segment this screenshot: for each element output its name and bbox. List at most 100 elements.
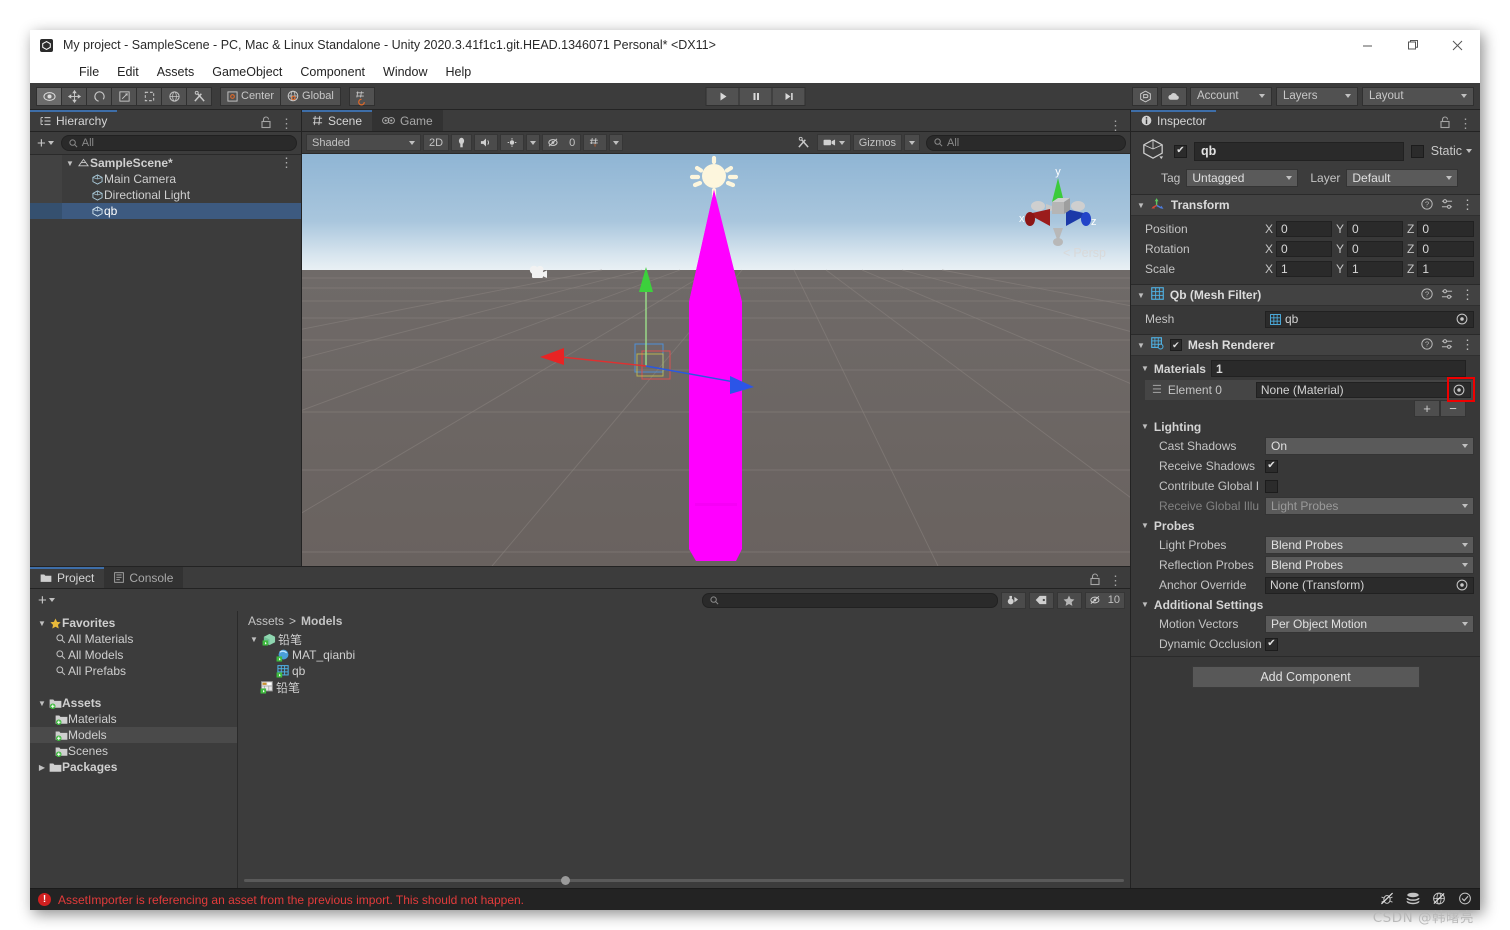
probes-foldout[interactable]: ▼ Probes bbox=[1137, 516, 1474, 535]
asset-row-qianbi-model[interactable]: ▼ 铅笔 bbox=[244, 631, 1130, 647]
gameobject-enabled-checkbox[interactable]: ✔ bbox=[1174, 144, 1187, 158]
project-tree-row-models[interactable]: Models bbox=[30, 727, 237, 743]
rotation-y-input[interactable]: 0 bbox=[1347, 241, 1403, 257]
draw-mode-dropdown[interactable]: Shaded bbox=[306, 134, 421, 151]
layout-dropdown[interactable]: Layout bbox=[1362, 86, 1474, 106]
expand-triangle-icon[interactable]: ▼ bbox=[1141, 521, 1149, 530]
project-search-input[interactable] bbox=[701, 592, 998, 608]
scene-visibility-toggle[interactable]: 0 bbox=[542, 134, 582, 151]
custom-tool-button[interactable] bbox=[186, 86, 212, 106]
hierarchy-row-main-camera[interactable]: Main Camera bbox=[30, 171, 301, 187]
expand-triangle-icon[interactable]: ▼ bbox=[1137, 341, 1145, 350]
transform-tool-button[interactable] bbox=[161, 86, 187, 106]
effects-toggle-button[interactable] bbox=[500, 134, 525, 151]
preset-icon[interactable] bbox=[1441, 288, 1453, 303]
asset-row-qb-mesh[interactable]: qb bbox=[244, 663, 1130, 679]
project-tree-row-materials[interactable]: Materials bbox=[30, 711, 237, 727]
help-icon[interactable]: ? bbox=[1421, 287, 1433, 303]
tab-inspector[interactable]: Inspector bbox=[1131, 110, 1217, 131]
object-picker-icon[interactable] bbox=[1454, 578, 1469, 593]
mesh-filter-menu-icon[interactable]: ⋮ bbox=[1461, 288, 1474, 301]
mesh-renderer-menu-icon[interactable]: ⋮ bbox=[1461, 338, 1474, 351]
2d-toggle-button[interactable]: 2D bbox=[423, 134, 450, 151]
project-tree[interactable]: ▼ Favorites All Materials All Models All… bbox=[30, 611, 238, 888]
menu-gameobject[interactable]: GameObject bbox=[203, 63, 291, 81]
scene-viewport[interactable]: y x z < Persp bbox=[302, 154, 1130, 566]
tag-dropdown[interactable]: Untagged bbox=[1186, 169, 1299, 187]
gizmos-button[interactable]: Gizmos bbox=[852, 134, 902, 151]
rotate-tool-button[interactable] bbox=[86, 86, 112, 106]
hierarchy-tree[interactable]: ▼ SampleScene* ⋮ Main Camera Directional… bbox=[30, 155, 301, 566]
expand-triangle-icon[interactable]: ▼ bbox=[1141, 600, 1149, 609]
hand-tool-button[interactable] bbox=[36, 86, 62, 106]
light-probes-dropdown[interactable]: Blend Probes bbox=[1265, 536, 1474, 554]
rotation-x-input[interactable]: 0 bbox=[1276, 241, 1332, 257]
cloud-icon[interactable] bbox=[1161, 86, 1187, 106]
lighting-foldout[interactable]: ▼ Lighting bbox=[1137, 417, 1474, 436]
scene-menu-icon[interactable]: ⋮ bbox=[1109, 119, 1122, 132]
project-horizontal-scrollbar[interactable] bbox=[238, 872, 1130, 888]
rotation-x[interactable]: X0 bbox=[1265, 241, 1332, 257]
expand-triangle-icon[interactable]: ▼ bbox=[1137, 291, 1145, 300]
scale-x[interactable]: X1 bbox=[1265, 261, 1332, 277]
hierarchy-create-button[interactable]: + bbox=[34, 135, 57, 152]
scroll-thumb[interactable] bbox=[560, 875, 570, 885]
hierarchy-menu-icon[interactable]: ⋮ bbox=[280, 117, 293, 130]
materials-size-input[interactable]: 1 bbox=[1210, 360, 1466, 377]
drag-handle-icon[interactable]: ☰ bbox=[1148, 385, 1162, 396]
lighting-toggle-button[interactable] bbox=[451, 134, 473, 151]
grid-snap-button[interactable] bbox=[348, 86, 375, 106]
menu-file[interactable]: File bbox=[70, 63, 108, 81]
breadcrumb-assets[interactable]: Assets bbox=[248, 614, 284, 628]
transform-header[interactable]: ▼ Transform ? ⋮ bbox=[1131, 195, 1480, 216]
remove-material-button[interactable]: − bbox=[1440, 400, 1466, 417]
expand-triangle-icon[interactable]: ▼ bbox=[36, 619, 48, 628]
motion-vectors-dropdown[interactable]: Per Object Motion bbox=[1265, 615, 1474, 633]
scroll-track[interactable] bbox=[244, 875, 1124, 885]
position-z[interactable]: Z0 bbox=[1407, 221, 1474, 237]
dynamic-occlusion-checkbox[interactable]: ✔ bbox=[1265, 637, 1278, 651]
scale-z-input[interactable]: 1 bbox=[1417, 261, 1474, 277]
menu-assets[interactable]: Assets bbox=[148, 63, 204, 81]
filter-by-label-button[interactable] bbox=[1028, 591, 1054, 609]
position-x[interactable]: X0 bbox=[1265, 221, 1332, 237]
collapse-triangle-icon[interactable]: ▶ bbox=[36, 763, 48, 772]
position-y[interactable]: Y0 bbox=[1336, 221, 1403, 237]
additional-settings-foldout[interactable]: ▼ Additional Settings bbox=[1137, 595, 1474, 614]
anchor-override-field[interactable]: None (Transform) bbox=[1265, 576, 1474, 594]
project-tree-row-all-models[interactable]: All Models bbox=[30, 647, 237, 663]
scene-grid-dropdown[interactable] bbox=[609, 134, 624, 151]
scene-grid-toggle[interactable]: Y bbox=[583, 134, 608, 151]
add-component-button[interactable]: Add Component bbox=[1191, 666, 1420, 688]
object-picker-icon[interactable] bbox=[1451, 383, 1466, 398]
pivot-mode-button[interactable]: Center bbox=[220, 86, 282, 106]
add-material-button[interactable]: + bbox=[1414, 400, 1440, 417]
mesh-filter-header[interactable]: ▼ Qb (Mesh Filter) ? ⋮ bbox=[1131, 285, 1480, 306]
minimize-button[interactable] bbox=[1345, 30, 1390, 60]
gameobject-icon[interactable] bbox=[1139, 138, 1167, 164]
maximize-button[interactable] bbox=[1390, 30, 1435, 60]
scene-tools-button[interactable] bbox=[792, 134, 815, 151]
asset-row-mat-qianbi[interactable]: MAT_qianbi bbox=[244, 647, 1130, 663]
lock-icon[interactable] bbox=[1440, 116, 1450, 131]
expand-triangle-icon[interactable]: ▼ bbox=[1137, 201, 1145, 210]
project-tree-row-all-materials[interactable]: All Materials bbox=[30, 631, 237, 647]
rotation-z-input[interactable]: 0 bbox=[1417, 241, 1474, 257]
hierarchy-row-directional-light[interactable]: Directional Light bbox=[30, 187, 301, 203]
tab-scene[interactable]: Scene bbox=[302, 110, 373, 131]
status-bar[interactable]: ! AssetImporter is referencing an asset … bbox=[30, 888, 1480, 910]
asset-row-qianbi-texture[interactable]: 铅笔 bbox=[244, 679, 1130, 695]
hidden-packages-button[interactable]: 10 bbox=[1084, 591, 1125, 609]
hierarchy-search-input[interactable]: All bbox=[60, 135, 297, 151]
expand-triangle-icon[interactable]: ▼ bbox=[248, 635, 260, 644]
help-icon[interactable]: ? bbox=[1421, 337, 1433, 353]
receive-shadows-checkbox[interactable]: ✔ bbox=[1265, 459, 1278, 473]
layer-dropdown[interactable]: Default bbox=[1346, 169, 1459, 187]
scene-projection-label[interactable]: < Persp bbox=[1063, 246, 1106, 260]
project-tree-row-scenes[interactable]: Scenes bbox=[30, 743, 237, 759]
project-tree-row-packages[interactable]: ▶ Packages bbox=[30, 759, 237, 775]
cast-shadows-dropdown[interactable]: On bbox=[1265, 437, 1474, 455]
audio-toggle-button[interactable] bbox=[474, 134, 499, 151]
project-tree-row-favorites[interactable]: ▼ Favorites bbox=[30, 615, 237, 631]
contribute-gi-checkbox[interactable] bbox=[1265, 479, 1278, 493]
